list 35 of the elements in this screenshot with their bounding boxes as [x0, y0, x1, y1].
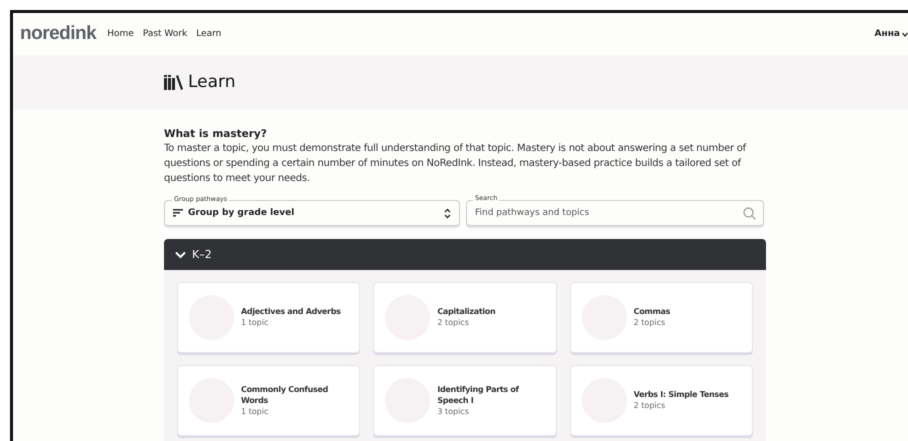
topic-count: 2 topics — [634, 400, 666, 412]
topic-count: 1 topic — [241, 406, 270, 418]
user-menu[interactable]: Анна — [874, 29, 908, 39]
search-field[interactable]: Find pathways and topics — [466, 200, 764, 226]
topic-card[interactable]: Verbs I: Simple Tenses 2 topics — [570, 365, 753, 436]
topic-card[interactable]: Adjectives and Adverbs 1 topic — [177, 282, 360, 353]
nav-link[interactable]: Learn — [196, 29, 222, 39]
logo[interactable]: noredink — [20, 23, 96, 45]
up-down-icon — [444, 208, 451, 218]
topic-count: 1 topic — [241, 317, 270, 329]
topic-title: Verbs I: Simple Tenses — [634, 389, 728, 400]
caret-icon — [902, 32, 908, 36]
intro-text: To master a topic, you must demonstrate full understanding of that topic. Mastery is not about answering a set number of questions or spending a certain number of minutes on NoRedInk. Instead, mastery-based practice builds a tailored set of questions to meet your needs. — [164, 142, 748, 186]
chevron-icon — [175, 250, 186, 258]
section-header[interactable]: K–2 — [164, 239, 766, 270]
books-icon — [164, 74, 183, 90]
topic-card[interactable]: Commas 2 topics — [570, 282, 753, 353]
topic-count: 2 topics — [437, 317, 470, 329]
topic-title: Commas — [634, 306, 670, 317]
topic-title: Adjectives and Adverbs — [241, 306, 341, 317]
page-title: Learn — [188, 72, 236, 92]
nav-link[interactable]: Past Work — [142, 29, 188, 39]
topic-title: Capitalization — [437, 306, 496, 317]
sort-icon — [173, 209, 183, 217]
topic-card[interactable]: Identifying Parts of Speech I 3 topics — [373, 365, 557, 436]
section-title: K–2 — [192, 248, 212, 261]
topic-count: 3 topics — [437, 406, 470, 418]
topic-count: 2 topics — [634, 317, 666, 329]
nav-link[interactable]: Home — [107, 29, 134, 39]
topic-card[interactable]: Capitalization 2 topics — [373, 282, 557, 353]
topic-title: Identifying Parts of Speech I — [437, 384, 520, 406]
intro-heading: What is mastery? — [164, 128, 268, 140]
topic-card[interactable]: Commonly Confused Words 1 topic — [177, 365, 360, 436]
topic-title: Commonly Confused Words — [241, 384, 330, 406]
search-icon — [743, 207, 756, 220]
